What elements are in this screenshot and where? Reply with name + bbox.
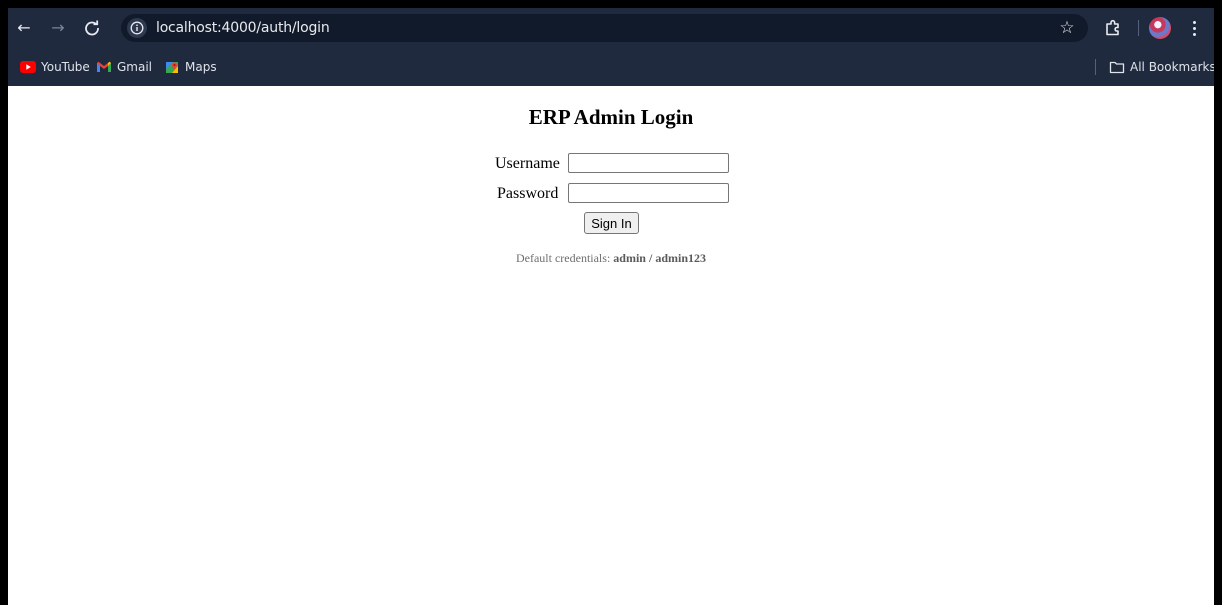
- youtube-icon: [20, 60, 36, 74]
- bookmarks-bar: YouTube Gmail Maps All Bookmarks: [8, 48, 1214, 86]
- gmail-icon: [96, 60, 112, 74]
- bookmark-maps[interactable]: Maps: [164, 58, 220, 76]
- password-input[interactable]: [568, 183, 729, 203]
- credentials-username: admin: [613, 251, 646, 265]
- credentials-prefix: Default credentials:: [515, 251, 614, 265]
- bookmark-gmail[interactable]: Gmail: [96, 58, 156, 76]
- bookmark-label: YouTube: [41, 60, 90, 74]
- page-title: ERP Admin Login: [528, 105, 694, 129]
- bookmarks-divider: [1095, 59, 1096, 75]
- browser-toolbar: ← → localhost:4000/auth/login ☆: [8, 8, 1214, 48]
- reload-icon-glyph: [85, 20, 99, 36]
- extensions-puzzle-icon[interactable]: [1101, 16, 1125, 40]
- username-row: Username: [495, 153, 735, 175]
- password-row: Password: [495, 183, 735, 205]
- browser-window: ← → localhost:4000/auth/login ☆ YouTube …: [8, 8, 1214, 605]
- maps-icon: [164, 60, 180, 74]
- login-page: ERP Admin Login Username Password Sign I…: [8, 86, 1214, 605]
- site-info-icon[interactable]: [127, 18, 147, 38]
- reload-icon[interactable]: [80, 16, 104, 40]
- url-text[interactable]: localhost:4000/auth/login: [156, 14, 330, 42]
- default-credentials-note: Default credentials: admin / admin123: [8, 251, 1214, 266]
- toolbar-divider: [1138, 20, 1139, 36]
- forward-arrow-icon[interactable]: →: [46, 16, 70, 40]
- bookmark-star-icon[interactable]: ☆: [1056, 17, 1078, 39]
- username-input[interactable]: [568, 153, 729, 173]
- bookmark-youtube[interactable]: YouTube: [20, 58, 90, 76]
- sign-in-button[interactable]: Sign In: [584, 212, 639, 234]
- password-label: Password: [497, 185, 559, 202]
- credentials-password: admin123: [655, 251, 706, 265]
- credentials-separator: /: [645, 251, 656, 265]
- address-bar[interactable]: localhost:4000/auth/login ☆: [121, 14, 1088, 42]
- back-arrow-icon[interactable]: ←: [12, 16, 36, 40]
- all-bookmarks-button[interactable]: All Bookmarks: [1109, 58, 1214, 76]
- folder-icon: [1109, 60, 1125, 74]
- all-bookmarks-label: All Bookmarks: [1130, 60, 1214, 74]
- profile-avatar[interactable]: [1149, 17, 1171, 39]
- bookmark-label: Gmail: [117, 60, 153, 74]
- bookmark-label: Maps: [185, 60, 217, 74]
- kebab-menu-icon[interactable]: [1184, 16, 1204, 40]
- username-label: Username: [495, 155, 560, 172]
